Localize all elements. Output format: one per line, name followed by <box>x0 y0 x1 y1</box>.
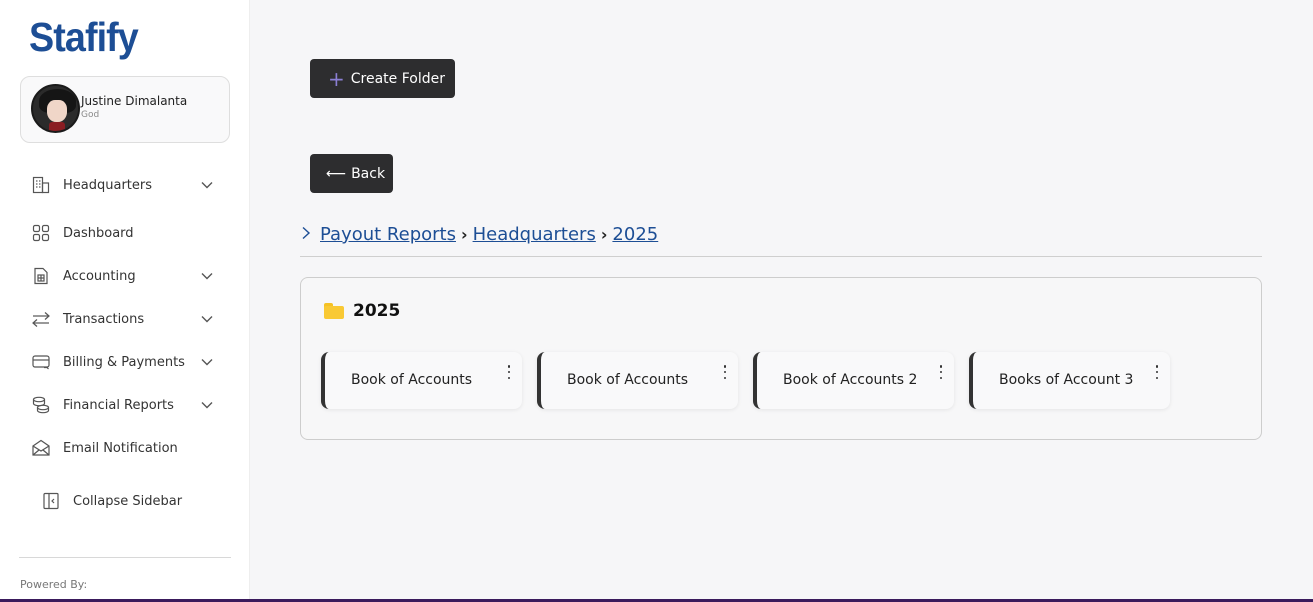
sidebar-item-label: Email Notification <box>63 440 178 456</box>
more-options-icon[interactable] <box>937 365 945 379</box>
arrows-exchange-icon <box>31 309 51 329</box>
sidebar-item-label: Accounting <box>63 268 136 284</box>
sidebar-item-label: Transactions <box>63 311 145 327</box>
breadcrumb-link-current[interactable]: 2025 <box>612 224 658 245</box>
breadcrumb-link-headquarters[interactable]: Headquarters <box>473 224 596 245</box>
main-content: + Create Folder ⟵ Back Payout Reports › … <box>250 0 1313 599</box>
sidebar-divider <box>19 557 231 558</box>
create-folder-button[interactable]: + Create Folder <box>310 59 455 98</box>
breadcrumb-link-payout-reports[interactable]: Payout Reports <box>320 224 456 245</box>
back-label: Back <box>351 165 386 182</box>
sidebar-item-label: Billing & Payments <box>63 354 185 370</box>
breadcrumb-separator: › <box>460 225 468 244</box>
grid-icon <box>31 223 51 243</box>
breadcrumb-separator: › <box>600 225 608 244</box>
sidebar-item-label: Dashboard <box>63 225 134 241</box>
file-card[interactable]: Books of Account 3 <box>969 352 1170 409</box>
file-card[interactable]: Book of Accounts <box>537 352 738 409</box>
sidebar-item-label: Financial Reports <box>63 397 174 413</box>
file-card-label: Book of Accounts <box>351 372 473 388</box>
user-profile-card[interactable]: Justine Dimalanta God <box>20 76 230 143</box>
file-card-label: Book of Accounts 2 <box>783 372 918 388</box>
sidebar-collapse-icon <box>41 491 61 511</box>
folder-icon <box>324 303 344 319</box>
file-card[interactable]: Book of Accounts <box>321 352 522 409</box>
sidebar: Stafify Justine Dimalanta God Headquarte… <box>0 0 250 599</box>
sidebar-item-email-notification[interactable]: Email Notification <box>31 436 221 460</box>
calculator-icon <box>31 266 51 286</box>
sidebar-item-dashboard[interactable]: Dashboard <box>31 221 221 245</box>
chevron-down-icon[interactable] <box>198 353 216 371</box>
file-card-label: Books of Account 3 <box>999 372 1134 388</box>
folder-title: 2025 <box>353 301 401 321</box>
breadcrumb: Payout Reports › Headquarters › 2025 <box>300 224 658 245</box>
user-name: Justine Dimalanta <box>81 94 188 108</box>
collapse-sidebar-label: Collapse Sidebar <box>73 493 183 509</box>
more-options-icon[interactable] <box>1153 365 1161 379</box>
chevron-down-icon[interactable] <box>198 310 216 328</box>
sidebar-item-financial-reports[interactable]: Financial Reports <box>31 393 221 417</box>
folder-header: 2025 <box>324 301 400 321</box>
plus-icon: + <box>328 66 345 91</box>
back-button[interactable]: ⟵ Back <box>310 154 393 193</box>
avatar <box>31 84 80 133</box>
more-options-icon[interactable] <box>721 365 729 379</box>
sidebar-item-accounting[interactable]: Accounting <box>31 264 221 288</box>
coins-icon <box>31 395 51 415</box>
user-role: God <box>81 110 100 120</box>
chevron-down-icon[interactable] <box>198 267 216 285</box>
envelope-icon <box>31 438 51 458</box>
create-folder-label: Create Folder <box>350 70 445 87</box>
chevron-right-icon <box>300 225 312 244</box>
file-card-label: Book of Accounts <box>567 372 689 388</box>
sidebar-item-transactions[interactable]: Transactions <box>31 307 221 331</box>
credit-card-icon <box>31 352 51 372</box>
file-card[interactable]: Book of Accounts 2 <box>753 352 954 409</box>
sidebar-item-label: Headquarters <box>63 177 153 193</box>
collapse-sidebar-button[interactable]: Collapse Sidebar <box>41 489 231 513</box>
arrow-left-icon: ⟵ <box>326 165 347 182</box>
sidebar-item-billing-payments[interactable]: Billing & Payments <box>31 350 221 374</box>
more-options-icon[interactable] <box>505 365 513 379</box>
app-window: Stafify Justine Dimalanta God Headquarte… <box>0 0 1313 599</box>
brand-logo: Stafify <box>29 14 139 60</box>
divider <box>300 256 1262 257</box>
sidebar-item-headquarters[interactable]: Headquarters <box>31 173 221 197</box>
folder-panel: 2025 Book of Accounts Book of Accounts B… <box>300 277 1262 440</box>
building-icon <box>31 175 51 195</box>
chevron-down-icon[interactable] <box>198 176 216 194</box>
powered-by-label: Powered By: <box>20 578 88 591</box>
chevron-down-icon[interactable] <box>198 396 216 414</box>
